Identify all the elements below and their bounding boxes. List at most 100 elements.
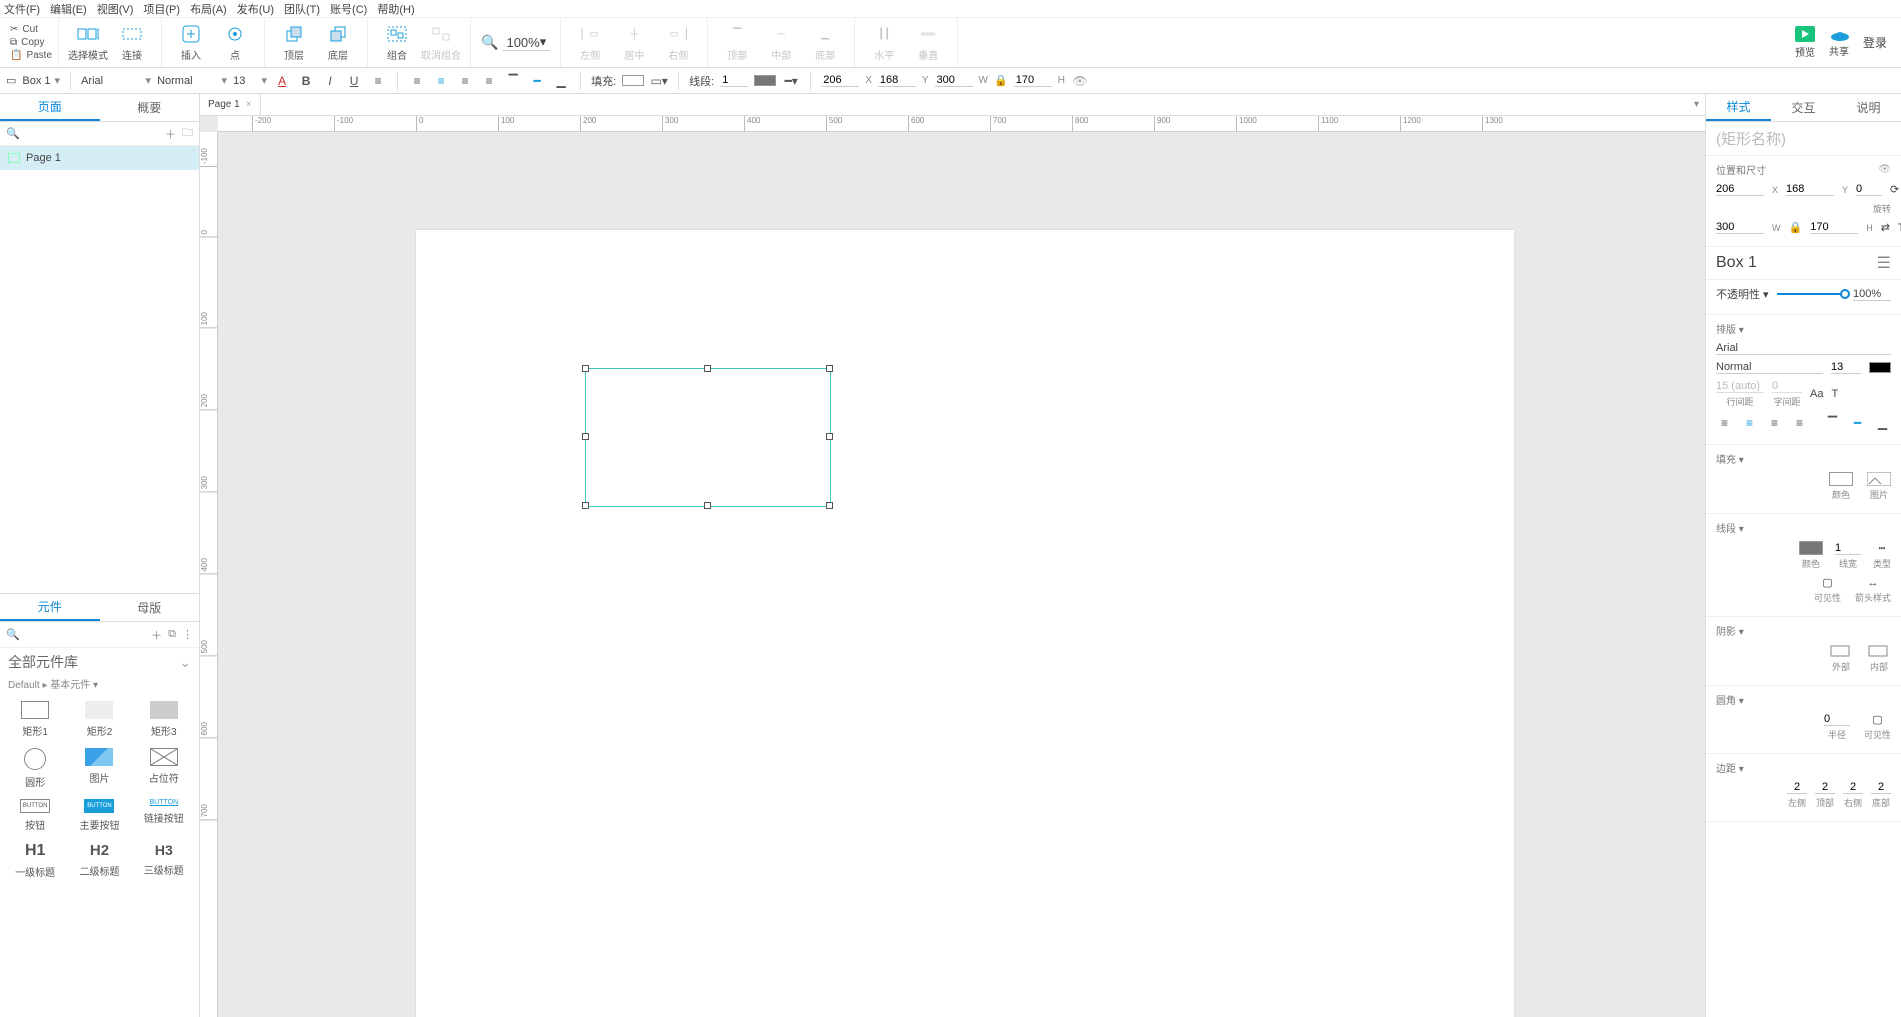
selected-widget[interactable] [585,368,831,507]
visibility-icon[interactable]: 👁 [1878,164,1891,175]
font-weight-select[interactable]: Normal▾ [157,74,227,87]
rp-rot-input[interactable] [1856,183,1882,196]
font-family-select[interactable]: Arial▾ [81,74,151,87]
lib-search-icon[interactable]: 🔍 [6,628,20,641]
widget-h3[interactable]: H3三级标题 [137,842,191,879]
align-left-button[interactable]: ▏▭左侧 [569,23,611,62]
lib-menu-icon[interactable]: ⋮ [182,628,193,641]
stroke-width-input[interactable] [1835,542,1861,555]
add-page-icon[interactable]: ＋ [165,126,176,142]
align-right-button[interactable]: ▭▕右侧 [657,23,699,62]
font-size-select[interactable]: 13▾ [233,74,267,87]
pages-tab[interactable]: 页面 [0,94,100,121]
send-back-button[interactable]: 底层 [317,23,359,62]
widget-ph[interactable]: 占位符 [137,748,191,789]
align-bottom-button[interactable]: ▁底部 [804,23,846,62]
resize-handle[interactable] [826,433,833,440]
arrow-style-icon[interactable]: ↔ [1867,577,1878,589]
style-menu-icon[interactable]: ☰ [1877,253,1891,273]
copy-button[interactable]: ⧉Copy [10,37,52,48]
rp-text-color[interactable] [1869,362,1891,373]
lib-add-icon[interactable]: ＋ [151,627,162,643]
text-case-icon[interactable]: Aa [1810,388,1823,400]
widget-pbtn[interactable]: BUTTON主要按钮 [72,799,126,832]
stroke-type-icon[interactable]: ┅ [1879,542,1886,555]
distribute-h-button[interactable]: ┃┃水平 [863,23,905,62]
widget-rect2[interactable]: 矩形2 [72,701,126,738]
fill-image-icon[interactable] [1867,472,1891,486]
bullet-button[interactable]: ≡ [369,72,387,90]
valign-mid[interactable]: ━ [528,72,546,90]
canvas[interactable] [218,132,1705,1017]
lib-category[interactable]: Default ▸ 基本元件 ▾ [0,676,199,695]
opacity-value[interactable]: 100% [1853,288,1891,301]
corner-radius-input[interactable] [1824,713,1850,726]
rp-font-select[interactable]: Arial [1716,342,1891,355]
lock-aspect-icon[interactable]: 🔒 [994,74,1008,87]
rp-align-r[interactable]: ≡ [1766,414,1783,432]
cut-button[interactable]: ✂Cut [10,24,52,35]
distribute-v-button[interactable]: ══垂直 [907,23,949,62]
style-tab[interactable]: 样式 [1706,94,1771,121]
search-icon[interactable]: 🔍 [6,127,20,140]
resize-handle[interactable] [826,365,833,372]
preview-button[interactable]: 预览 [1795,26,1815,59]
menu-file[interactable]: 文件(F) [4,1,40,17]
widget-rect1[interactable]: 矩形1 [8,701,62,738]
interact-tab[interactable]: 交互 [1771,94,1836,121]
fill-color-chip[interactable] [622,75,644,86]
insert-button[interactable]: 插入 [170,23,212,62]
widget-selector[interactable]: Box 1▾ [22,74,60,87]
size-w-input[interactable] [935,74,973,87]
widget-style-name[interactable]: Box 1 [1716,254,1757,272]
corner-vis-icon[interactable]: ▢ [1872,713,1882,726]
pad-b-input[interactable] [1871,781,1891,794]
pad-r-input[interactable] [1843,781,1863,794]
text-align-left[interactable]: ≡ [408,72,426,90]
page-tab[interactable]: Page 1× [200,94,261,115]
bold-button[interactable]: B [297,72,315,90]
flip-h-icon[interactable]: ⇄ [1881,221,1890,234]
text-align-center[interactable]: ≡ [432,72,450,90]
resize-handle[interactable] [582,433,589,440]
bring-front-button[interactable]: 顶层 [273,23,315,62]
line-height-input[interactable]: 15 (auto) [1716,380,1764,393]
text-align-justify[interactable]: ≡ [480,72,498,90]
menu-project[interactable]: 项目(P) [143,1,180,17]
lock-icon[interactable]: 🔒 [1789,221,1803,234]
widget-name-input[interactable]: (矩形名称) [1706,122,1901,156]
text-color-button[interactable]: A [273,72,291,90]
widget-btn[interactable]: BUTTON按钮 [8,799,62,832]
menu-team[interactable]: 团队(T) [284,1,320,17]
rp-x-input[interactable] [1716,183,1764,196]
lib-duplicate-icon[interactable]: ⧉ [168,628,176,641]
widget-h1[interactable]: H1一级标题 [8,842,62,879]
rp-w-input[interactable] [1716,221,1764,234]
align-center-button[interactable]: ┼居中 [613,23,655,62]
stroke-color-swatch[interactable] [1799,541,1823,555]
rp-weight-select[interactable]: Normal [1716,361,1823,374]
text-options-icon[interactable]: T [1831,388,1838,400]
group-button[interactable]: 组合 [376,23,418,62]
visibility-toggle[interactable]: 👁 [1071,72,1089,90]
line-style-menu[interactable]: ━▾ [782,72,800,90]
menu-publish[interactable]: 发布(U) [237,1,274,17]
align-top-button[interactable]: ▔顶部 [716,23,758,62]
page-surface[interactable] [416,230,1514,1017]
rp-y-input[interactable] [1786,183,1834,196]
italic-button[interactable]: I [321,72,339,90]
align-middle-button[interactable]: ─中部 [760,23,802,62]
widget-lbtn[interactable]: BUTTON链接按钮 [137,799,191,832]
menu-account[interactable]: 账号(C) [330,1,367,17]
underline-button[interactable]: U [345,72,363,90]
ungroup-button[interactable]: 取消组合 [420,23,462,62]
rp-h-input[interactable] [1810,221,1858,234]
menu-layout[interactable]: 布局(A) [190,1,227,17]
size-h-input[interactable] [1014,74,1052,87]
resize-handle[interactable] [704,365,711,372]
widget-h2[interactable]: H2二级标题 [72,842,126,879]
fill-color-swatch[interactable] [1829,472,1853,486]
widget-circle[interactable]: 圆形 [8,748,62,789]
notes-tab[interactable]: 说明 [1836,94,1901,121]
paste-button[interactable]: 📋Paste [10,50,52,61]
